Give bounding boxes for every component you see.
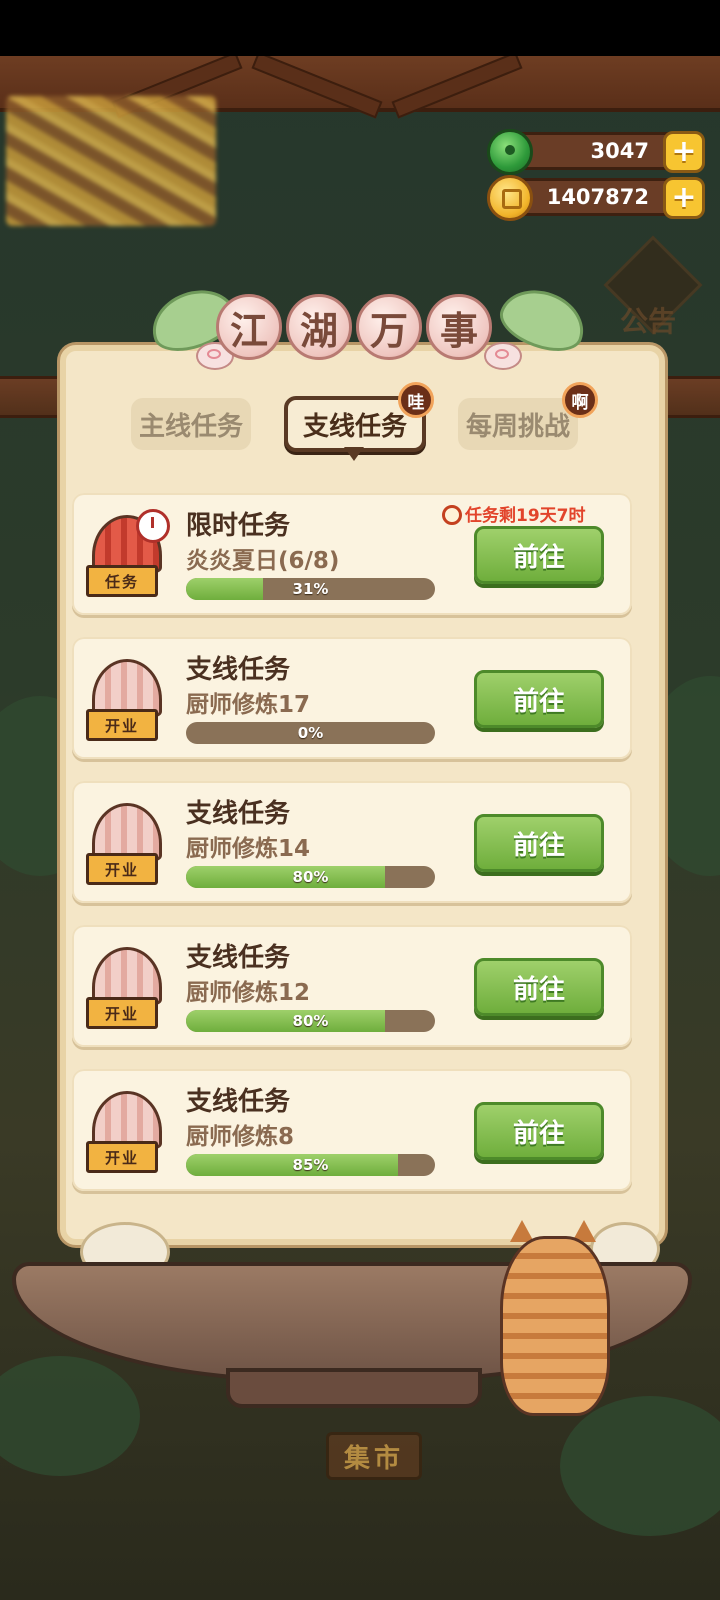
business-hut-icon: 开业 — [82, 795, 178, 895]
alarm-clock-icon — [442, 505, 462, 525]
bush — [560, 1396, 720, 1536]
status-bar — [0, 0, 720, 56]
task-kind: 支线任务 — [186, 943, 291, 973]
announcement-button[interactable]: 公告 — [600, 235, 703, 340]
coin-currency-bar: 1407872 + — [487, 175, 705, 221]
coin-icon — [487, 175, 533, 221]
task-progress-label: 80% — [292, 868, 329, 886]
task-sign: 开业 — [86, 1141, 158, 1173]
go-button[interactable]: 前往 — [474, 1102, 604, 1160]
task-timer-text: 任务剩19天7时 — [465, 506, 586, 526]
task-kind: 支线任务 — [186, 1087, 291, 1117]
jade-amount: 3047 — [590, 139, 649, 163]
clock-icon — [136, 509, 170, 543]
task-card: 开业 支线任务 厨师修炼8 85% 前往 — [72, 1069, 632, 1191]
side-quest-badge: 哇 — [398, 382, 434, 418]
active-tab-pointer — [344, 447, 364, 461]
task-kind: 支线任务 — [186, 655, 291, 685]
fishcake-icon — [484, 342, 522, 370]
business-hut-icon: 开业 — [82, 1083, 178, 1183]
task-name: 厨师修炼12 — [186, 980, 311, 1006]
task-progress-bar: 31% — [186, 578, 435, 600]
task-card: 开业 支线任务 厨师修炼12 80% 前往 — [72, 925, 632, 1047]
tab-weekly-challenge[interactable]: 每周挑战 — [458, 398, 578, 450]
bowl-base — [226, 1368, 482, 1408]
title-char: 万 — [356, 294, 422, 360]
jade-icon — [487, 129, 533, 175]
add-jade-button[interactable]: + — [663, 131, 705, 173]
go-button[interactable]: 前往 — [474, 958, 604, 1016]
task-sign: 任务 — [86, 565, 158, 597]
task-progress-label: 80% — [292, 1012, 329, 1030]
business-hut-icon: 开业 — [82, 651, 178, 751]
blurred-avatar-area — [6, 96, 216, 226]
task-progress-bar: 0% — [186, 722, 435, 744]
task-kind: 支线任务 — [186, 799, 291, 829]
task-kind: 限时任务 — [186, 511, 291, 541]
task-card: 开业 支线任务 厨师修炼14 80% 前往 — [72, 781, 632, 903]
cat-mascot-icon — [500, 1236, 610, 1416]
go-button[interactable]: 前往 — [474, 526, 604, 584]
panel-title: 江 湖 万 事 — [143, 278, 593, 384]
task-progress-bar: 85% — [186, 1154, 435, 1176]
task-card: 开业 支线任务 厨师修炼17 0% 前往 — [72, 637, 632, 759]
add-coin-button[interactable]: + — [663, 177, 705, 219]
title-char: 江 — [216, 294, 282, 360]
title-char: 湖 — [286, 294, 352, 360]
task-progress-bar: 80% — [186, 866, 435, 888]
jade-currency-bar: 3047 + — [487, 129, 705, 175]
task-timer: 任务剩19天7时 — [442, 501, 586, 526]
task-sign: 开业 — [86, 709, 158, 741]
weekly-challenge-badge: 啊 — [562, 382, 598, 418]
task-name: 厨师修炼14 — [186, 836, 311, 862]
limited-task-hut-icon: 任务 — [82, 507, 178, 607]
business-hut-icon: 开业 — [82, 939, 178, 1039]
task-card: 任务 限时任务 炎炎夏日(6/8) 任务剩19天7时 31% 前往 — [72, 493, 632, 615]
task-name: 炎炎夏日(6/8) — [186, 548, 340, 574]
task-name: 厨师修炼17 — [186, 692, 311, 718]
task-progress-label: 85% — [292, 1156, 329, 1174]
go-button[interactable]: 前往 — [474, 670, 604, 728]
announcement-label: 公告 — [620, 305, 677, 338]
tab-main-quest[interactable]: 主线任务 — [131, 398, 251, 450]
bush — [0, 1356, 140, 1476]
task-progress-label: 31% — [292, 580, 329, 598]
market-button[interactable]: 集市 — [326, 1432, 422, 1480]
task-sign: 开业 — [86, 853, 158, 885]
coin-amount: 1407872 — [546, 185, 649, 209]
title-char: 事 — [426, 294, 492, 360]
task-progress-bar: 80% — [186, 1010, 435, 1032]
task-sign: 开业 — [86, 997, 158, 1029]
task-progress-label: 0% — [297, 724, 324, 742]
task-name: 厨师修炼8 — [186, 1124, 295, 1150]
go-button[interactable]: 前往 — [474, 814, 604, 872]
